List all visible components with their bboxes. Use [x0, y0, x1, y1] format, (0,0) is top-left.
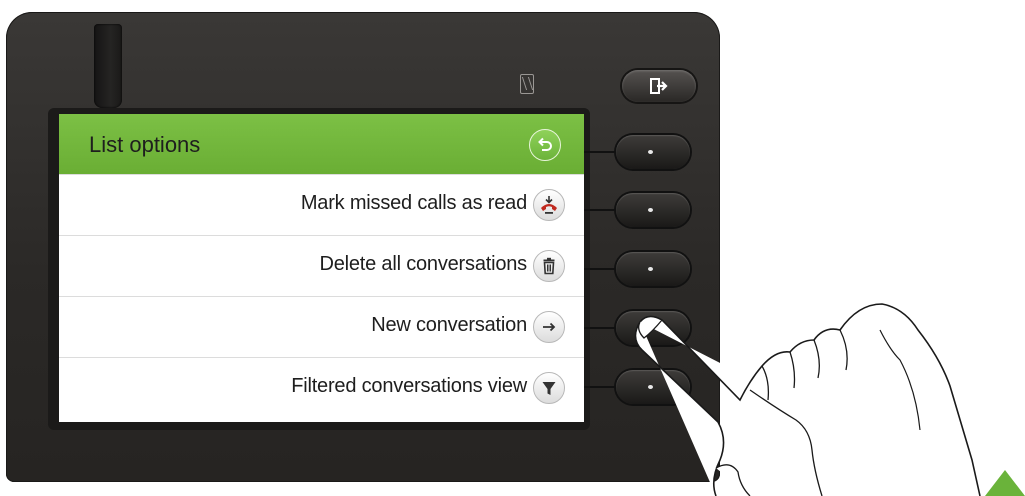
trash-icon [533, 250, 565, 282]
menu-item-label: Delete all conversations [319, 253, 527, 275]
menu-item-label: New conversation [371, 314, 527, 336]
line-key-1[interactable] [616, 135, 690, 169]
menu-item-mark-missed-read[interactable]: Mark missed calls as read [59, 174, 584, 235]
back-arrow-icon [538, 137, 552, 151]
line-key-2[interactable] [616, 193, 690, 227]
logout-icon [650, 78, 668, 94]
menu-item-filtered-view[interactable]: Filtered conversations view [59, 357, 584, 418]
filter-icon [533, 372, 565, 404]
missed-call-icon [533, 189, 565, 221]
line-key-connector [584, 209, 618, 211]
nfc-icon [520, 74, 534, 94]
handset-slot [94, 24, 122, 108]
menu-item-new-conversation[interactable]: New conversation [59, 296, 584, 357]
page-title: List options [89, 132, 201, 157]
display-screen: List options Mark missed calls as read D… [59, 114, 584, 422]
line-key-3[interactable] [616, 252, 690, 286]
menu-item-delete-all[interactable]: Delete all conversations [59, 235, 584, 296]
corner-marker [985, 470, 1025, 496]
arrow-right-icon [533, 311, 565, 343]
menu-item-label: Mark missed calls as read [300, 192, 527, 214]
line-key-connector [584, 268, 618, 270]
menu-item-label: Filtered conversations view [291, 375, 527, 397]
line-key-connector [584, 151, 618, 153]
pointing-hand-illustration [634, 303, 981, 496]
screen-header: List options [59, 114, 584, 174]
logout-key[interactable] [622, 70, 696, 102]
back-button[interactable] [529, 129, 561, 161]
